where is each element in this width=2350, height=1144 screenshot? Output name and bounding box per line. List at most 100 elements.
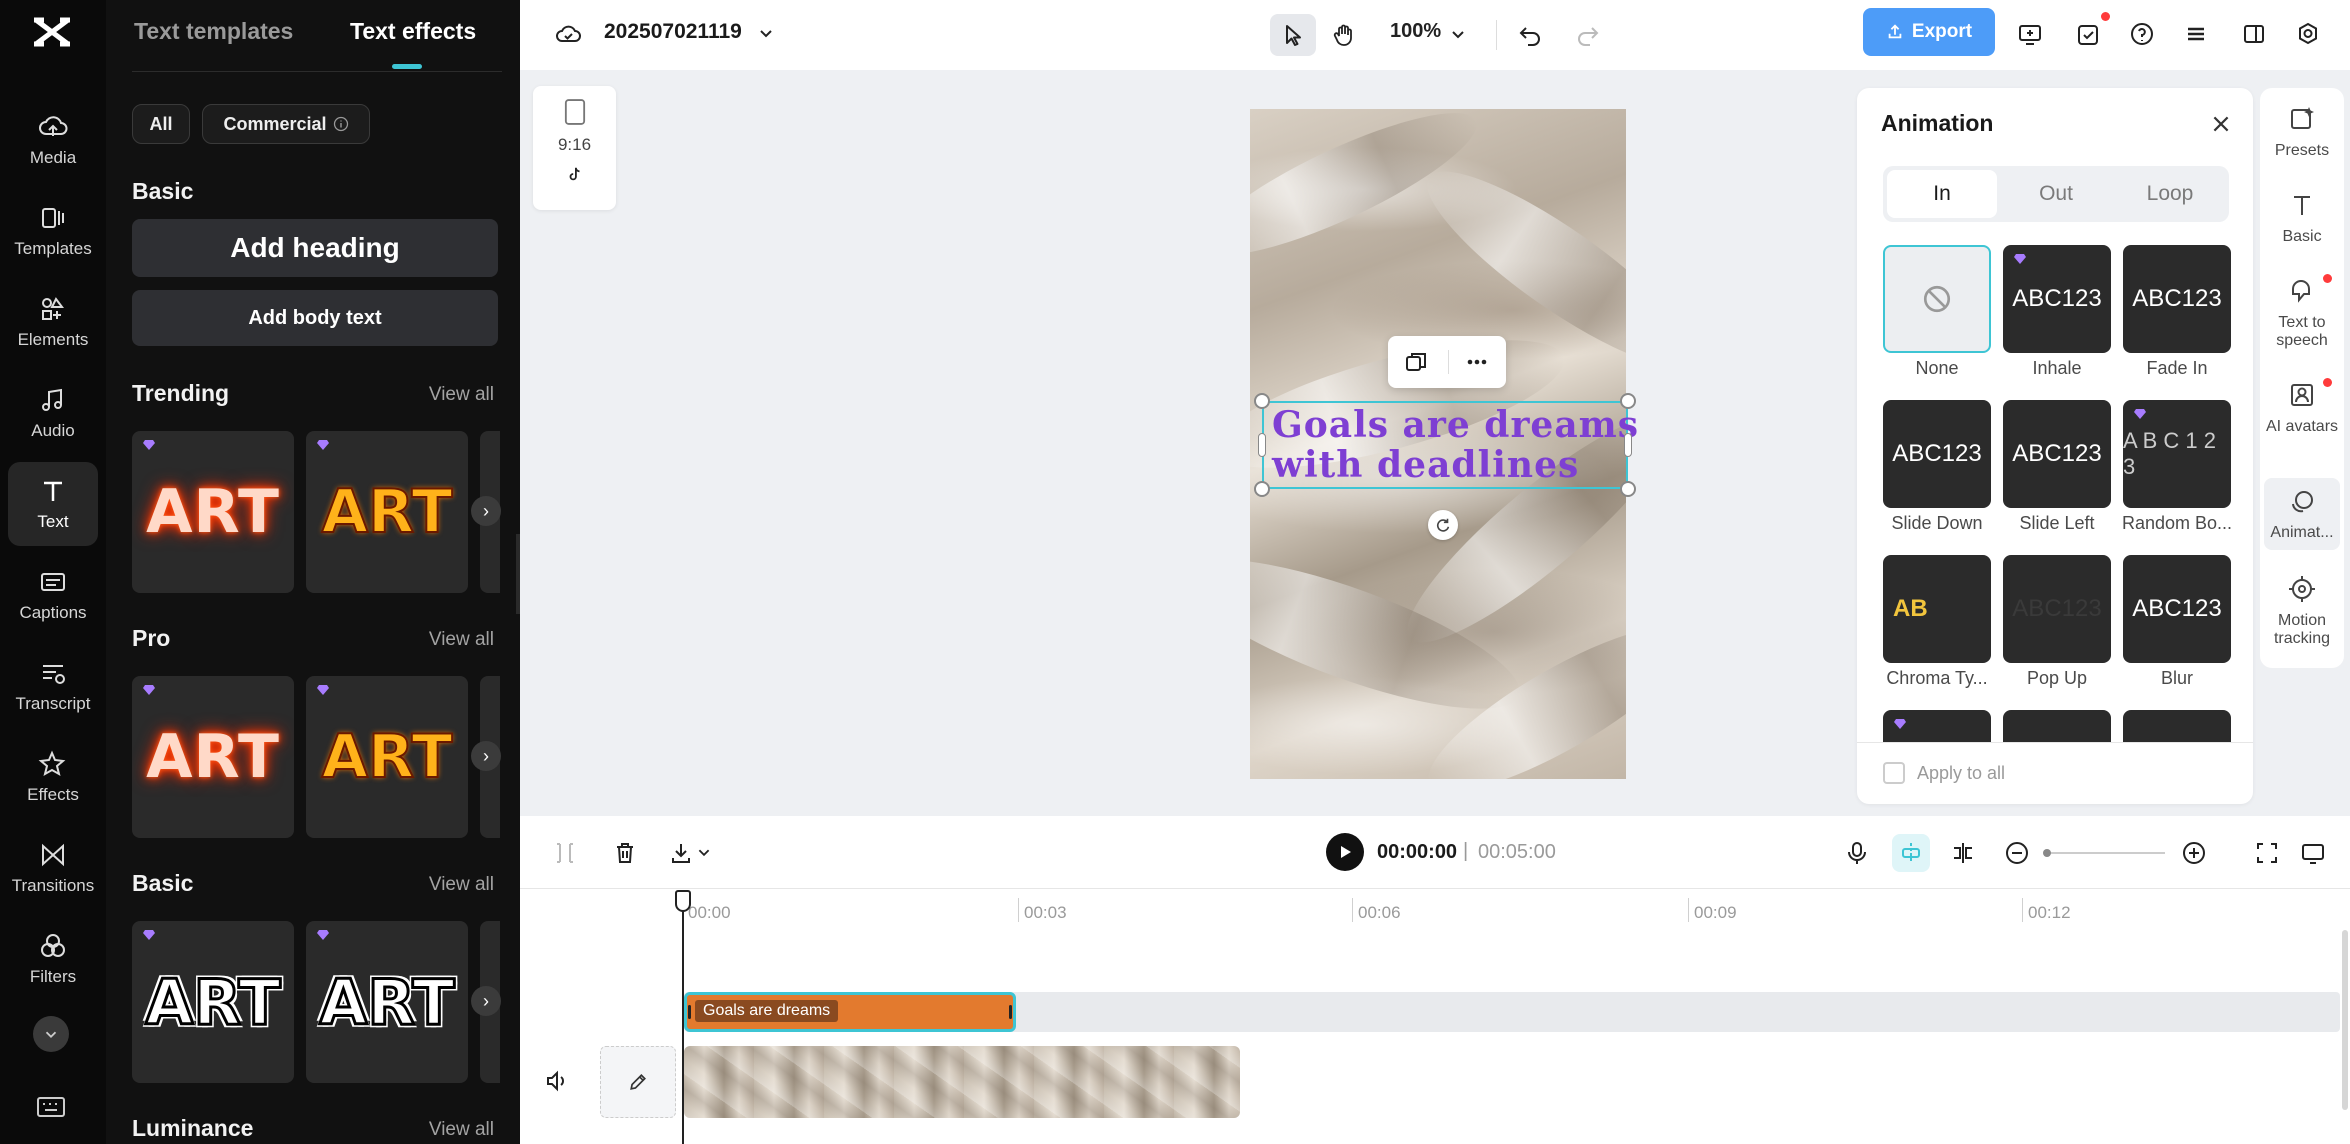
- rail-transitions[interactable]: Transitions: [8, 826, 98, 910]
- tab-in[interactable]: In: [1887, 170, 1997, 218]
- rail-templates[interactable]: Templates: [8, 189, 98, 273]
- rail-transcript[interactable]: Transcript: [8, 644, 98, 728]
- rr-presets[interactable]: Presets: [2264, 104, 2340, 160]
- tab-loop[interactable]: Loop: [2115, 170, 2225, 218]
- split-disabled-icon[interactable]: [548, 836, 582, 870]
- anim-blur[interactable]: ABC123: [2123, 555, 2231, 663]
- apply-all-checkbox[interactable]: [1883, 762, 1905, 784]
- anim-slide-left[interactable]: ABC123: [2003, 400, 2111, 508]
- download-chevron-icon[interactable]: [692, 836, 716, 870]
- redo-icon[interactable]: [1570, 17, 1606, 53]
- anim-fade-in[interactable]: ABC123: [2123, 245, 2231, 353]
- resize-handle[interactable]: [1620, 481, 1636, 497]
- rail-captions[interactable]: Captions: [8, 553, 98, 637]
- resize-handle[interactable]: [1620, 393, 1636, 409]
- rr-ai-avatars[interactable]: AI avatars: [2264, 380, 2340, 436]
- next-arrow-icon[interactable]: ›: [471, 496, 501, 526]
- preview-screen-icon[interactable]: [2296, 836, 2330, 870]
- fit-screen-icon[interactable]: [2250, 836, 2284, 870]
- add-body-text-button[interactable]: Add body text: [132, 290, 498, 346]
- next-arrow-icon[interactable]: ›: [471, 741, 501, 771]
- magnet-snap-icon[interactable]: [1894, 836, 1928, 870]
- effect-card[interactable]: ART: [306, 431, 468, 593]
- anim-slide-down[interactable]: ABC123: [1883, 400, 1991, 508]
- resize-handle[interactable]: [1254, 481, 1270, 497]
- anim-pop-up[interactable]: ABC123: [2003, 555, 2111, 663]
- playhead-line[interactable]: [682, 906, 684, 1144]
- anim-none[interactable]: [1883, 245, 1991, 353]
- pointer-icon[interactable]: [1275, 17, 1311, 53]
- anim-chroma-type[interactable]: AB: [1883, 555, 1991, 663]
- close-icon[interactable]: [2210, 113, 2232, 135]
- cover-edit-button[interactable]: [600, 1046, 676, 1118]
- zoom-in-icon[interactable]: [2177, 836, 2211, 870]
- rail-elements[interactable]: Elements: [8, 280, 98, 364]
- video-clip[interactable]: [684, 1046, 1240, 1118]
- rr-text-to-speech[interactable]: Text to speech: [2264, 276, 2340, 350]
- clip-trim-handle-left[interactable]: [688, 1005, 691, 1019]
- next-arrow-icon[interactable]: ›: [471, 986, 501, 1016]
- anim-card-partial[interactable]: [2123, 710, 2231, 742]
- resize-handle[interactable]: [1254, 393, 1270, 409]
- rail-audio[interactable]: Audio: [8, 371, 98, 455]
- keyboard-icon[interactable]: [35, 1094, 67, 1120]
- rr-motion-tracking[interactable]: Motion tracking: [2264, 574, 2340, 648]
- zoom-chevron-icon[interactable]: [1440, 17, 1476, 53]
- timeline-scrollbar[interactable]: [2342, 930, 2348, 1110]
- rr-basic[interactable]: Basic: [2264, 190, 2340, 246]
- zoom-slider[interactable]: [2045, 852, 2165, 854]
- more-options-icon[interactable]: [1464, 349, 1490, 375]
- aspect-ratio-selector[interactable]: 9:16: [533, 86, 616, 210]
- rail-media[interactable]: Media: [8, 98, 98, 182]
- hand-icon[interactable]: [1326, 17, 1362, 53]
- layers-icon[interactable]: [2178, 16, 2214, 52]
- side-handle[interactable]: [1258, 433, 1266, 457]
- view-all-luminance[interactable]: View all: [429, 1119, 494, 1141]
- anim-inhale[interactable]: ABC123: [2003, 245, 2111, 353]
- chip-all[interactable]: All: [132, 104, 190, 144]
- anim-card-partial[interactable]: [2003, 710, 2111, 742]
- view-all-basic[interactable]: View all: [429, 874, 494, 896]
- tasks-icon[interactable]: [2070, 16, 2106, 52]
- split-icon[interactable]: [1946, 836, 1980, 870]
- chevron-down-icon[interactable]: [748, 16, 784, 52]
- text-selection-box[interactable]: Goals are dreams with deadlines: [1254, 393, 1638, 497]
- tab-out[interactable]: Out: [2001, 170, 2111, 218]
- playhead-handle[interactable]: [675, 890, 691, 912]
- microphone-icon[interactable]: [1840, 836, 1874, 870]
- cloud-save-icon[interactable]: [550, 16, 586, 52]
- rotate-icon[interactable]: [1428, 510, 1458, 540]
- anim-card-partial[interactable]: [1883, 710, 1991, 742]
- zoom-slider-thumb[interactable]: [2043, 849, 2051, 857]
- screen-add-icon[interactable]: [2012, 16, 2048, 52]
- rr-animation[interactable]: Animat...: [2264, 478, 2340, 550]
- add-heading-button[interactable]: Add heading: [132, 219, 498, 277]
- duplicate-icon[interactable]: [1403, 349, 1429, 375]
- effect-card[interactable]: ART: [132, 431, 294, 593]
- zoom-level[interactable]: 100%: [1390, 20, 1441, 43]
- anim-random-bounce[interactable]: A B C 1 2 3: [2123, 400, 2231, 508]
- tab-text-templates[interactable]: Text templates: [134, 18, 293, 45]
- tab-text-effects[interactable]: Text effects: [350, 18, 476, 45]
- effect-card[interactable]: ART: [132, 921, 294, 1083]
- zoom-out-icon[interactable]: [2000, 836, 2034, 870]
- chip-commercial[interactable]: Commercial: [202, 104, 370, 144]
- undo-icon[interactable]: [1512, 17, 1548, 53]
- view-all-pro[interactable]: View all: [429, 629, 494, 651]
- delete-icon[interactable]: [608, 836, 642, 870]
- rail-text[interactable]: Text: [8, 462, 98, 546]
- volume-icon[interactable]: [540, 1064, 574, 1098]
- effect-card[interactable]: ART: [306, 921, 468, 1083]
- project-name[interactable]: 202507021119: [604, 20, 742, 44]
- capcut-logo[interactable]: [30, 14, 74, 50]
- rail-filters[interactable]: Filters: [8, 917, 98, 1001]
- effect-card[interactable]: ART: [306, 676, 468, 838]
- effect-card[interactable]: ART: [132, 676, 294, 838]
- help-icon[interactable]: [2124, 16, 2160, 52]
- play-button[interactable]: [1326, 833, 1364, 871]
- side-handle[interactable]: [1624, 433, 1632, 457]
- view-all-trending[interactable]: View all: [429, 384, 494, 406]
- clip-trim-handle-right[interactable]: [1009, 1005, 1012, 1019]
- settings-icon[interactable]: [2290, 16, 2326, 52]
- layout-icon[interactable]: [2236, 16, 2272, 52]
